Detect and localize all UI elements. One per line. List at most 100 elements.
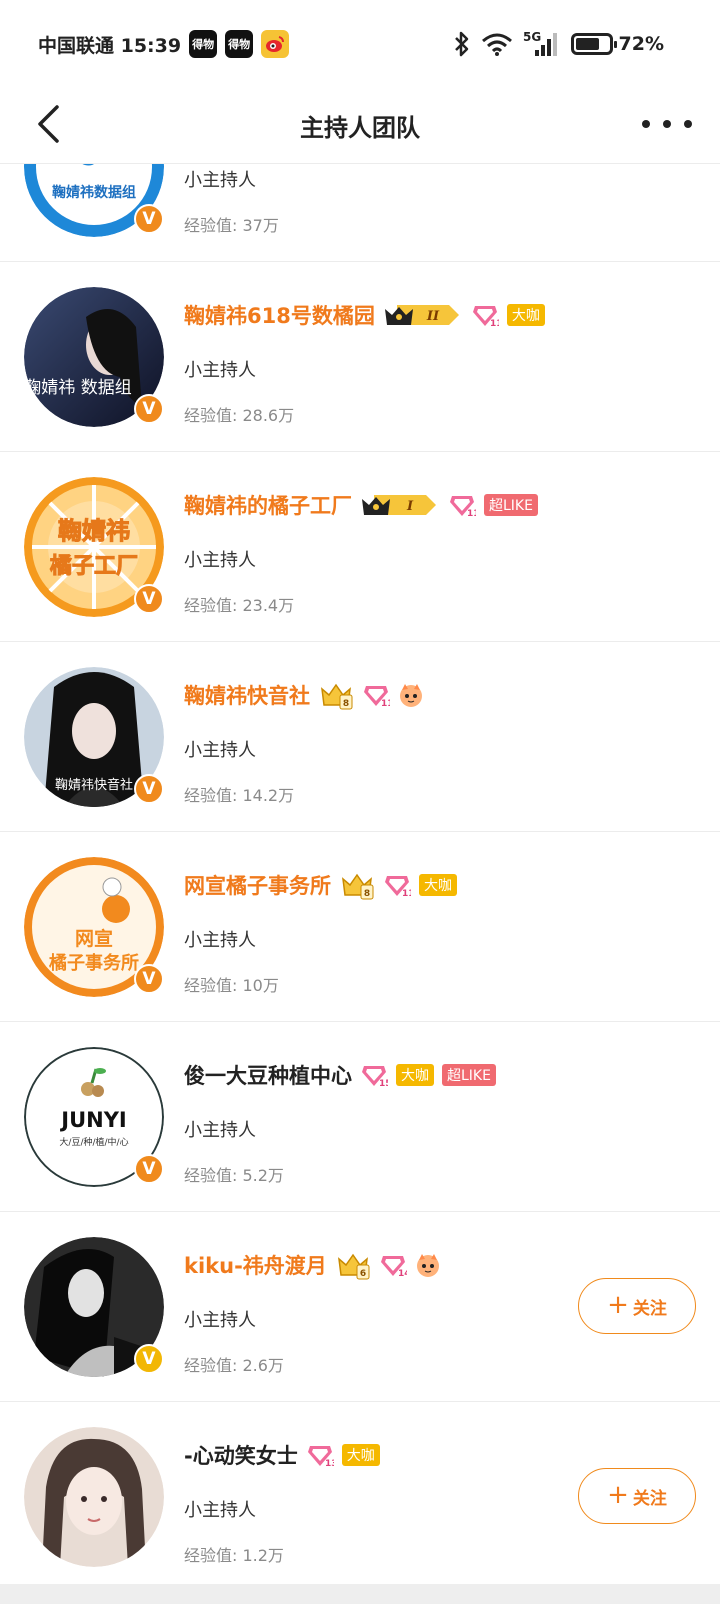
member-role: 小主持人 bbox=[184, 1310, 256, 1331]
list-item[interactable]: J鞠婧祎数据组 V 小主持人 经验值: 37万 bbox=[0, 164, 720, 262]
member-name[interactable]: 鞠婧祎的橘子工厂 bbox=[184, 490, 352, 520]
verified-badge-icon: V bbox=[134, 584, 164, 614]
list-item[interactable]: 鞠婧祎橘子工厂 V 鞠婧祎的橘子工厂 I 11 超LIKE 小主持人 经验值: … bbox=[0, 452, 720, 642]
tag-chaolike: 超LIKE bbox=[442, 1064, 496, 1086]
member-name[interactable]: -心动笑女士 bbox=[184, 1440, 298, 1470]
member-exp: 经验值: 14.2万 bbox=[184, 786, 295, 805]
member-exp: 经验值: 23.4万 bbox=[184, 596, 295, 615]
verified-badge-icon: V bbox=[134, 204, 164, 234]
network-type: 5G bbox=[523, 30, 541, 44]
dot-icon bbox=[642, 120, 650, 128]
navigation-bar: 主持人团队 bbox=[0, 88, 720, 164]
member-name[interactable]: 鞠婧祎618号数橘园 bbox=[184, 300, 375, 330]
bottom-edge bbox=[0, 1584, 720, 1604]
list-item[interactable]: V kiku-祎舟渡月 6 14 小主持人 经验值: 2.6万 + 关注 bbox=[0, 1212, 720, 1402]
tag-daka: 大咖 bbox=[396, 1064, 434, 1086]
crown-level-badge-icon: II bbox=[384, 305, 459, 325]
gem-level-icon: 15 bbox=[362, 1066, 388, 1088]
member-role: 小主持人 bbox=[184, 740, 256, 761]
member-exp: 经验值: 1.2万 bbox=[184, 1546, 284, 1565]
gem-level-icon: 11 bbox=[385, 876, 411, 898]
member-name[interactable]: 网宣橘子事务所 bbox=[184, 870, 331, 900]
member-role: 小主持人 bbox=[184, 1500, 256, 1521]
avatar-caption: JUNYI bbox=[59, 1108, 126, 1132]
avatar-caption: 鞠婧祎快音社 bbox=[55, 777, 133, 793]
follow-label: 关注 bbox=[632, 1488, 667, 1509]
member-exp: 经验值: 28.6万 bbox=[184, 406, 295, 425]
member-role: 小主持人 bbox=[184, 930, 256, 951]
member-exp: 经验值: 5.2万 bbox=[184, 1166, 284, 1185]
svg-text:8: 8 bbox=[364, 889, 370, 899]
tag-chaolike: 超LIKE bbox=[484, 494, 538, 516]
svg-text:11: 11 bbox=[467, 509, 476, 518]
svg-text:11: 11 bbox=[402, 889, 411, 898]
bluetooth-icon bbox=[454, 31, 468, 57]
more-options-button[interactable] bbox=[642, 106, 692, 142]
verified-badge-icon: V bbox=[134, 394, 164, 424]
dot-icon bbox=[663, 120, 671, 128]
verified-badge-icon: V bbox=[134, 1344, 164, 1374]
member-role: 小主持人 bbox=[184, 170, 256, 191]
weibo-app-icon bbox=[261, 30, 290, 58]
dewu-app-icon: 得物 bbox=[225, 30, 254, 58]
verified-badge-icon: V bbox=[134, 1154, 164, 1184]
list-item[interactable]: JUNYI大/豆/种/植/中/心 V 俊一大豆种植中心 15 大咖 超LIKE … bbox=[0, 1022, 720, 1212]
svg-text:I: I bbox=[406, 499, 414, 514]
battery-percentage: 72% bbox=[618, 33, 664, 55]
wifi-icon bbox=[481, 33, 512, 56]
cellular-signal-icon: 5G bbox=[523, 30, 557, 56]
member-role: 小主持人 bbox=[184, 550, 256, 571]
gem-level-icon: 13 bbox=[307, 1446, 334, 1468]
avatar[interactable] bbox=[24, 1427, 164, 1567]
dot-icon bbox=[684, 120, 692, 128]
member-name[interactable]: kiku-祎舟渡月 bbox=[184, 1250, 327, 1280]
battery-icon bbox=[570, 33, 617, 55]
tag-daka: 大咖 bbox=[341, 1444, 380, 1466]
mascot-badge-icon bbox=[400, 684, 422, 707]
mascot-badge-icon bbox=[416, 1254, 439, 1277]
svg-text:11: 11 bbox=[381, 699, 390, 708]
page-title: 主持人团队 bbox=[300, 114, 420, 142]
status-bar: 中国联通 15:39 得物 得物 5G 72% bbox=[0, 0, 720, 88]
svg-text:橘子事务所: 橘子事务所 bbox=[48, 952, 139, 974]
member-exp: 经验值: 2.6万 bbox=[184, 1356, 284, 1375]
member-name[interactable]: 俊一大豆种植中心 bbox=[184, 1060, 352, 1090]
svg-text:橘子工厂: 橘子工厂 bbox=[50, 553, 138, 579]
svg-text:13: 13 bbox=[325, 1459, 334, 1468]
crown-level-badge-icon: 8 bbox=[342, 873, 374, 900]
svg-text:11: 11 bbox=[490, 319, 499, 328]
list-item[interactable]: 网宣橘子事务所 V 网宣橘子事务所 8 11 大咖 小主持人 经验值: 10万 bbox=[0, 832, 720, 1022]
list-item[interactable]: 鞠婧祎 数据组 V 鞠婧祎618号数橘园 II 11 大咖 小主持人 经验值: … bbox=[0, 262, 720, 452]
plus-icon: + bbox=[607, 1289, 629, 1320]
follow-button[interactable]: + 关注 bbox=[578, 1278, 696, 1334]
member-exp: 经验值: 37万 bbox=[184, 216, 279, 235]
plus-icon: + bbox=[607, 1479, 629, 1510]
crown-level-badge-icon: 6 bbox=[337, 1253, 370, 1280]
host-team-list[interactable]: J鞠婧祎数据组 V 小主持人 经验值: 37万 鞠婧祎 数据组 V 鞠婧祎618… bbox=[0, 164, 720, 1584]
member-name[interactable]: 鞠婧祎快音社 bbox=[184, 680, 310, 710]
member-exp: 经验值: 10万 bbox=[184, 976, 279, 995]
carrier-time: 中国联通 15:39 bbox=[38, 34, 182, 57]
avatar-subcaption: 大/豆/种/植/中/心 bbox=[59, 1136, 128, 1148]
crown-level-badge-icon: I bbox=[362, 495, 436, 515]
svg-text:鞠婧祎: 鞠婧祎 bbox=[58, 517, 130, 545]
verified-badge-icon: V bbox=[134, 964, 164, 994]
svg-text:15: 15 bbox=[379, 1079, 388, 1088]
list-item[interactable]: 鞠婧祎快音社 V 鞠婧祎快音社 8 11 小主持人 经验值: 14.2万 bbox=[0, 642, 720, 832]
tag-daka: 大咖 bbox=[419, 874, 457, 896]
follow-label: 关注 bbox=[632, 1298, 667, 1319]
tag-daka: 大咖 bbox=[506, 304, 545, 326]
gem-level-icon: 11 bbox=[472, 306, 499, 328]
avatar-caption: 鞠婧祎 数据组 bbox=[24, 378, 131, 398]
list-item[interactable]: -心动笑女士 13 大咖 小主持人 经验值: 1.2万 + 关注 bbox=[0, 1402, 720, 1584]
member-role: 小主持人 bbox=[184, 1120, 256, 1141]
member-role: 小主持人 bbox=[184, 360, 256, 381]
verified-badge-icon: V bbox=[134, 774, 164, 804]
crown-level-badge-icon: 8 bbox=[321, 683, 353, 710]
svg-text:II: II bbox=[426, 309, 440, 324]
svg-text:8: 8 bbox=[343, 699, 349, 709]
gem-level-icon: 11 bbox=[450, 496, 476, 518]
svg-text:网宣: 网宣 bbox=[75, 927, 113, 950]
follow-button[interactable]: + 关注 bbox=[578, 1468, 696, 1524]
svg-text:14: 14 bbox=[398, 1269, 407, 1278]
